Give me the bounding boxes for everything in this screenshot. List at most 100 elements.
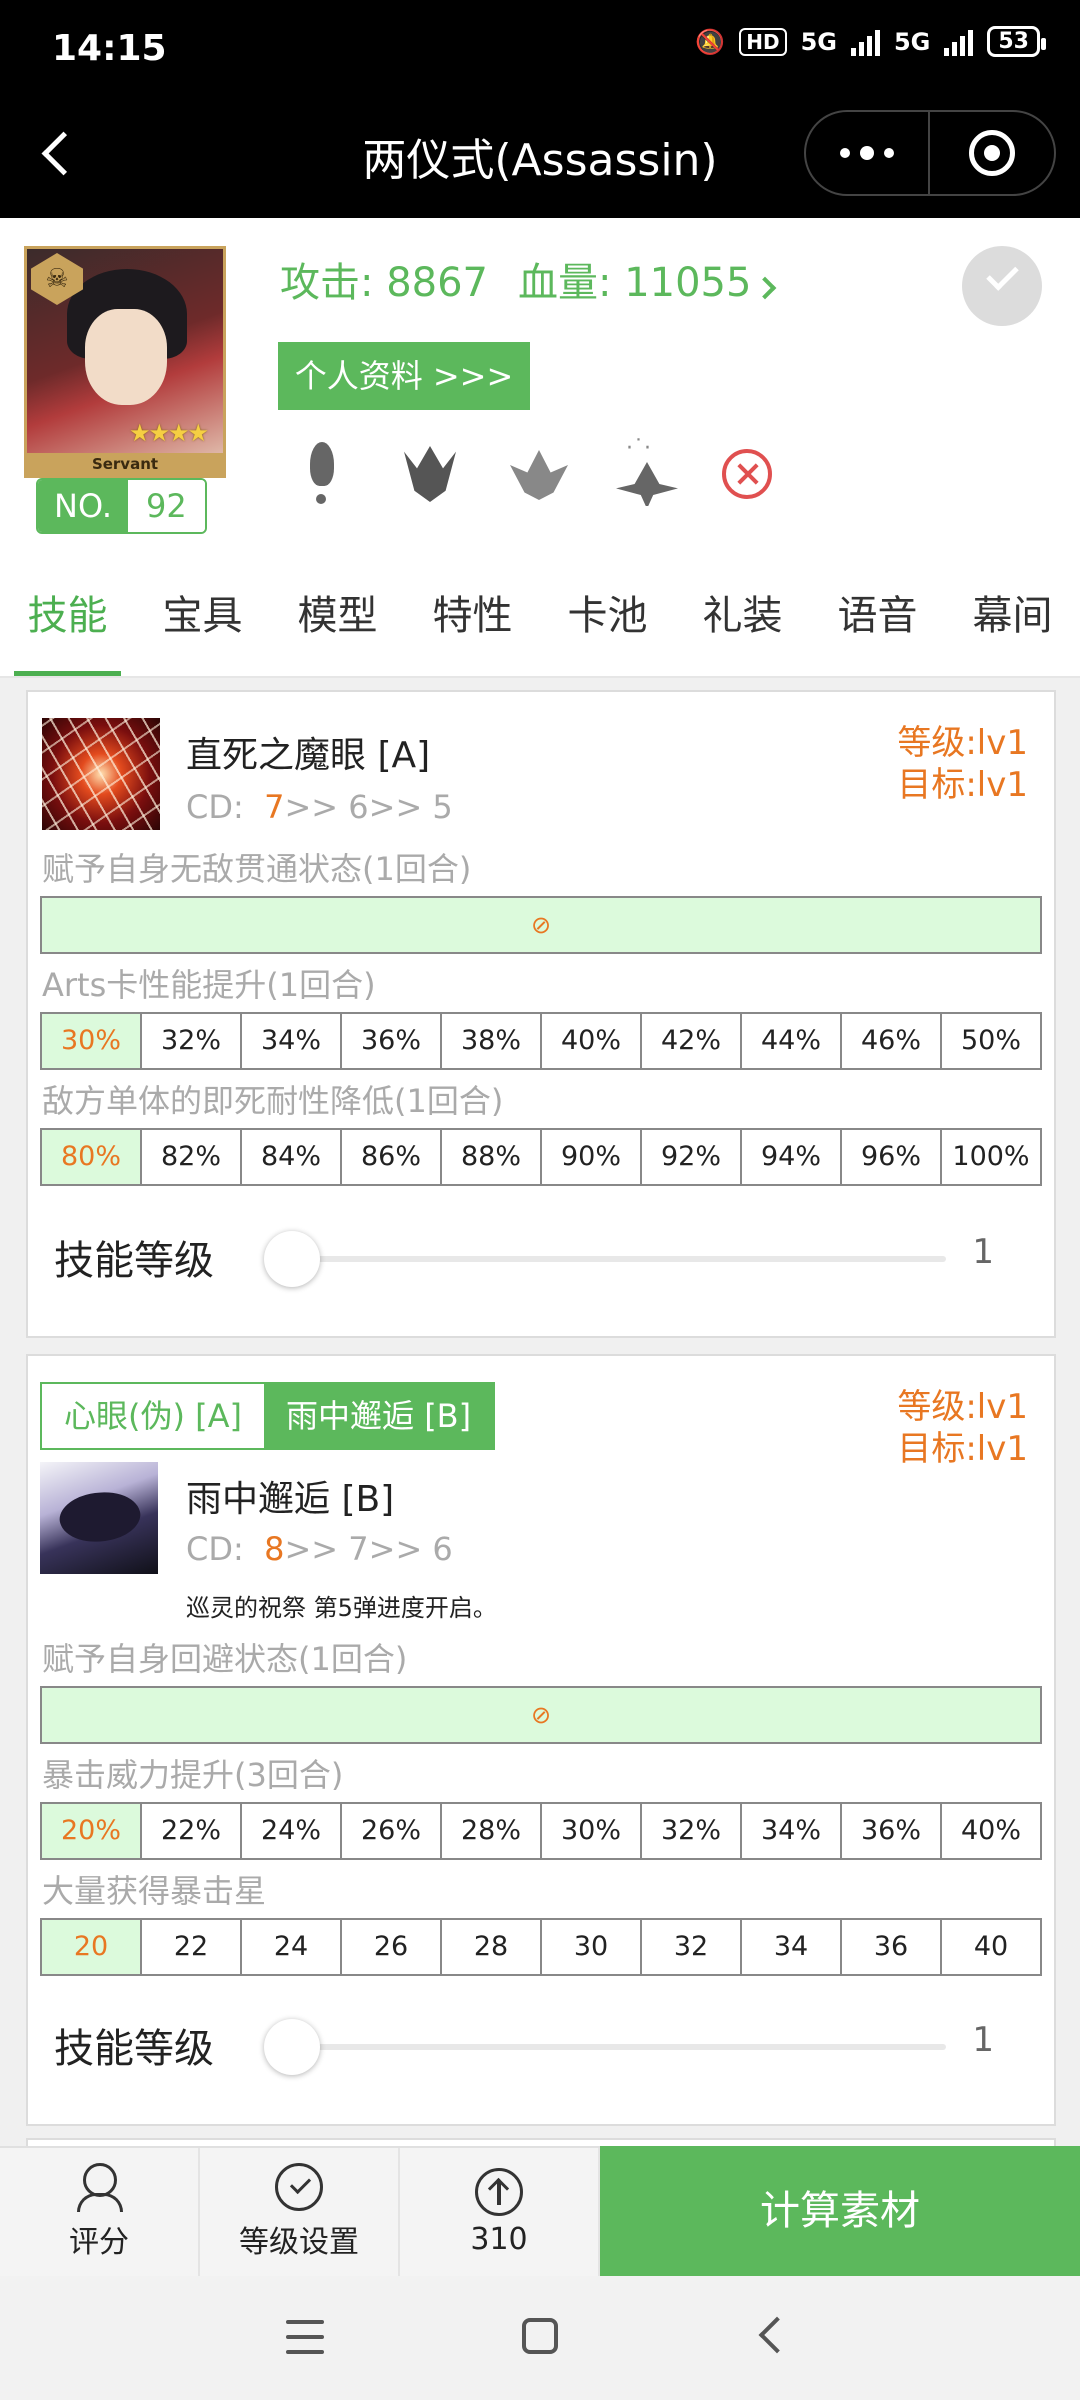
tab-model[interactable]: 模型 — [270, 566, 405, 676]
value-cell: 26% — [340, 1804, 440, 1858]
owned-check-icon[interactable] — [962, 246, 1042, 326]
atk-stat: 攻击: 8867 — [280, 260, 488, 306]
servant-stats[interactable]: 攻击: 8867 血量: 11055 — [280, 250, 777, 308]
skill-2-effect-2-row: 20% 22% 24% 26% 28% 30% 32% 34% 36% 40% — [40, 1802, 1042, 1860]
calculate-materials-button[interactable]: 计算素材 — [600, 2146, 1080, 2276]
tab-interlude[interactable]: 幕间 — [945, 566, 1080, 676]
signal-icon-1 — [850, 28, 880, 56]
value-cell: 36% — [340, 1014, 440, 1068]
value-cell: 50% — [940, 1014, 1040, 1068]
skill-1-effect-1-title: 赋予自身无敌贯通状态(1回合) — [42, 850, 472, 888]
skill-2-effect-3-row: 20 22 24 26 28 30 32 34 36 40 — [40, 1918, 1042, 1976]
tab-skills[interactable]: 技能 — [0, 566, 135, 676]
skill-1-effect-3-row: 80% 82% 84% 86% 88% 90% 92% 94% 96% 100% — [40, 1128, 1042, 1186]
mute-bell-icon: 🔕 — [695, 27, 726, 56]
value-cell: 32% — [640, 1804, 740, 1858]
skill-1-level-slider[interactable] — [290, 1256, 946, 1262]
network-5g-label-1: 5G — [800, 27, 837, 56]
home-icon[interactable] — [522, 2318, 558, 2354]
system-nav-bar — [0, 2276, 1080, 2400]
rate-icon — [75, 2163, 123, 2212]
tab-voice[interactable]: 语音 — [810, 566, 945, 676]
cancel-icon[interactable] — [722, 449, 772, 499]
value-cell: 32% — [140, 1014, 240, 1068]
top-bar: 14:15 🔕 HD 5G 5G 53 两仪式(Assassin) — [0, 0, 1080, 218]
back-nav-icon[interactable] — [758, 2316, 796, 2354]
value-cell: 94% — [740, 1130, 840, 1184]
ascension-icons — [290, 436, 772, 506]
skill-2-effect-2-title: 暴击威力提升(3回合) — [42, 1756, 344, 1794]
rate-button[interactable]: 评分 — [0, 2148, 200, 2276]
skill-1-level-value: 1 — [972, 1232, 994, 1272]
value-cell: 44% — [740, 1014, 840, 1068]
number-label: NO. — [38, 480, 128, 532]
tab-traits[interactable]: 特性 — [405, 566, 540, 676]
skill-2-variant-switch: 心眼(伪) [A] 雨中邂逅 [B] — [40, 1382, 496, 1450]
value-cell: 36% — [840, 1804, 940, 1858]
value-cell: 36 — [840, 1920, 940, 1974]
profile-button[interactable]: 个人资料 >>> — [278, 342, 530, 410]
status-time: 14:15 — [52, 28, 167, 69]
skill-1-target: 目标:lv1 — [897, 765, 1028, 805]
value-cell: 34% — [740, 1804, 840, 1858]
skill-2-variant-option-1[interactable]: 心眼(伪) [A] — [42, 1384, 265, 1448]
skill-2-level-value: 1 — [972, 2020, 994, 2060]
skill-1-level-box: 等级:lv1 目标:lv1 — [897, 722, 1028, 806]
check-circle-icon — [275, 2163, 323, 2211]
value-cell: 34% — [240, 1014, 340, 1068]
tab-costume[interactable]: 礼装 — [675, 566, 810, 676]
skill-1-level-label: 技能等级 — [54, 1238, 214, 1284]
servant-portrait[interactable]: ☠ ★★★★ Servant — [24, 246, 226, 478]
skill-card-1: 直死之魔眼 [A] CD: 7>> 6>> 5 等级:lv1 目标:lv1 赋予… — [26, 690, 1056, 1338]
value-cell: 28% — [440, 1804, 540, 1858]
signal-icon-2 — [944, 28, 974, 56]
skill-card-2: 心眼(伪) [A] 雨中邂逅 [B] 等级:lv1 目标:lv1 雨中邂逅 [B… — [26, 1354, 1056, 2126]
skill-1-slider-thumb[interactable] — [264, 1231, 320, 1287]
skill-2-level: 等级:lv1 — [897, 1387, 1028, 1427]
portrait-label: Servant — [27, 453, 223, 475]
tab-bar: 技能 宝具 模型 特性 卡池 礼装 语音 幕间 — [0, 566, 1080, 678]
number-value: 92 — [128, 480, 205, 532]
skill-2-effect-1-title: 赋予自身回避状态(1回合) — [42, 1640, 408, 1678]
tab-noble-phantasm[interactable]: 宝具 — [135, 566, 270, 676]
network-5g-label-2: 5G — [893, 27, 931, 56]
value-cell: 40% — [540, 1014, 640, 1068]
hd-badge: HD — [739, 27, 787, 56]
value-cell: 84% — [240, 1130, 340, 1184]
ascension-1-icon[interactable] — [290, 442, 354, 506]
value-cell: 20% — [42, 1804, 140, 1858]
skill-2-variant-option-2[interactable]: 雨中邂逅 [B] — [264, 1384, 494, 1448]
value-cell: 24% — [240, 1804, 340, 1858]
ascension-3-icon[interactable] — [506, 442, 570, 506]
rarity-stars: ★★★★ — [128, 419, 209, 447]
ascension-4-icon[interactable] — [614, 436, 678, 506]
more-options-icon[interactable] — [806, 112, 931, 194]
value-cell: 96% — [840, 1130, 940, 1184]
arrow-up-circle-icon — [475, 2167, 523, 2216]
skill-2-slider-thumb[interactable] — [264, 2019, 320, 2075]
hp-stat: 血量: 11055 — [518, 250, 777, 308]
value-cell: 30 — [540, 1920, 640, 1974]
value-cell: 30% — [540, 1804, 640, 1858]
skill-2-name: 雨中邂逅 [B] — [186, 1479, 395, 1520]
value-cell: 86% — [340, 1130, 440, 1184]
value-cell: 26 — [340, 1920, 440, 1974]
level-settings-button[interactable]: 等级设置 — [200, 2148, 400, 2276]
value-cell: 40% — [940, 1804, 1040, 1858]
value-cell: 22% — [140, 1804, 240, 1858]
upgrade-button[interactable]: 310 — [400, 2148, 600, 2276]
rate-label: 评分 — [69, 2225, 129, 2260]
tab-gacha[interactable]: 卡池 — [540, 566, 675, 676]
close-target-icon[interactable] — [930, 112, 1054, 194]
value-cell: 20 — [42, 1920, 140, 1974]
value-cell: 34 — [740, 1920, 840, 1974]
menu-icon[interactable] — [286, 2320, 324, 2354]
value-cell: 90% — [540, 1130, 640, 1184]
value-cell: 38% — [440, 1014, 540, 1068]
value-cell: 32 — [640, 1920, 740, 1974]
skill-1-effect-1-row: ⊘ — [40, 896, 1042, 954]
skill-2-level-box: 等级:lv1 目标:lv1 — [897, 1386, 1028, 1470]
value-cell: 82% — [140, 1130, 240, 1184]
skill-2-level-slider[interactable] — [290, 2044, 946, 2050]
ascension-2-icon[interactable] — [398, 442, 462, 506]
